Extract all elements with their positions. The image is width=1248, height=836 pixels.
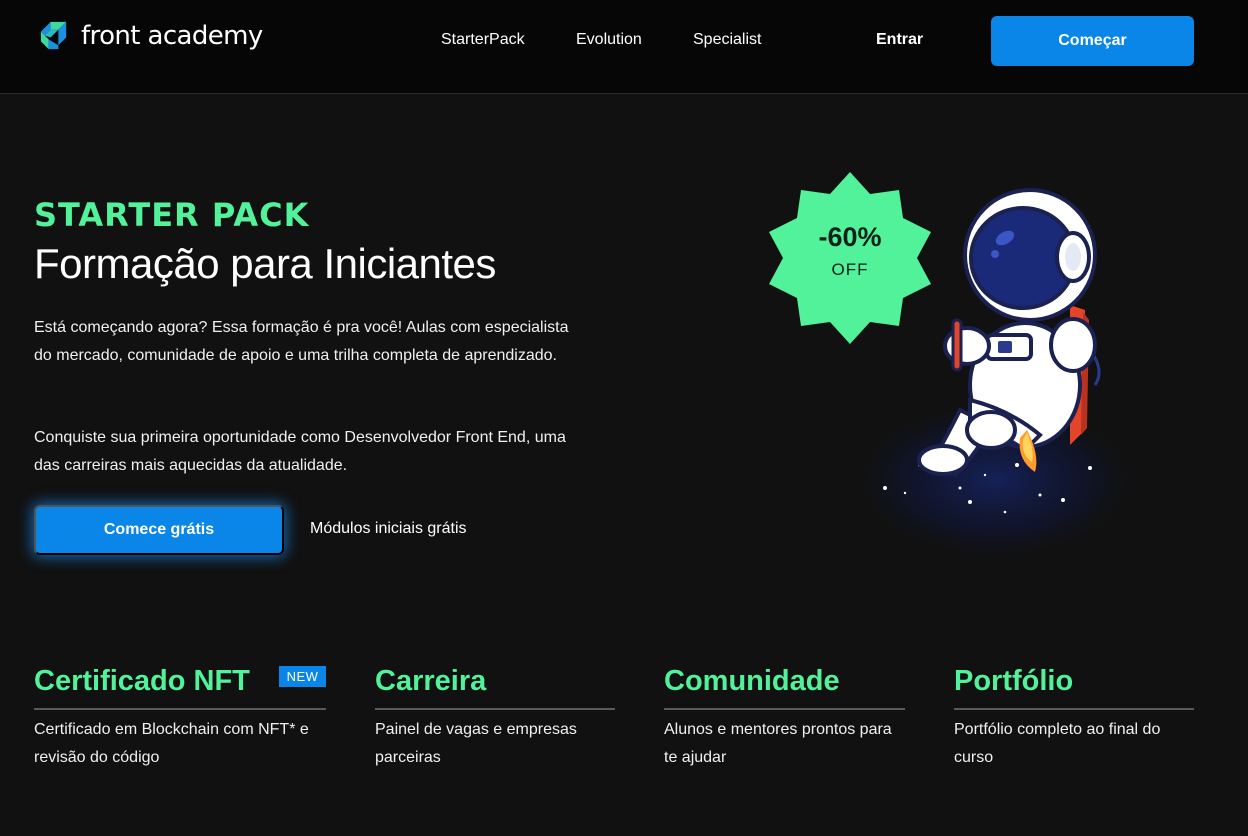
start-free-button[interactable]: Comece grátis (34, 505, 284, 555)
hero-description-secondary: Conquiste sua primeira oportunidade como… (34, 429, 566, 474)
hero-kicker: STARTER PACK (34, 196, 310, 234)
feature-community: Comunidade Alunos e mentores prontos par… (664, 665, 905, 766)
feature-career: Carreira Painel de vagas e empresas parc… (375, 665, 615, 766)
free-modules-link[interactable]: Módulos iniciais grátis (310, 520, 467, 538)
feature-divider (375, 708, 615, 710)
feature-title: Comunidade (664, 665, 840, 697)
feature-title: Carreira (375, 665, 487, 697)
login-link[interactable]: Entrar (876, 31, 923, 49)
feature-portfolio: Portfólio Portfólio completo ao final do… (954, 665, 1194, 766)
discount-label: OFF (831, 260, 869, 279)
feature-divider (664, 708, 905, 710)
logo[interactable]: front academy (37, 18, 263, 53)
hero-description: Está começando agora? Essa formação é pr… (34, 319, 569, 364)
nav-item-starterpack[interactable]: StarterPack (441, 31, 525, 49)
new-badge: NEW (279, 666, 326, 687)
feature-divider (34, 708, 326, 710)
feature-title: Portfólio (954, 665, 1074, 697)
feature-divider (954, 708, 1194, 710)
site-header: front academy StarterPack Evolution Spec… (0, 0, 1248, 94)
astronaut-illustration (769, 172, 1145, 560)
start-button[interactable]: Começar (991, 16, 1194, 66)
feature-description: Portfólio completo ao final do curso (954, 721, 1161, 766)
nav-item-evolution[interactable]: Evolution (576, 31, 642, 49)
feature-description: Alunos e mentores prontos para te ajudar (664, 721, 892, 766)
nav-item-specialist[interactable]: Specialist (693, 31, 761, 49)
logo-icon (40, 21, 67, 50)
brand-name: front academy (81, 20, 263, 51)
discount-starburst-icon (769, 172, 931, 344)
hero-title: Formação para Iniciantes (34, 240, 496, 287)
feature-description: Painel de vagas e empresas parceiras (375, 721, 577, 766)
feature-nft: Certificado NFT NEW Certificado em Block… (34, 665, 326, 766)
discount-value: -60% (818, 222, 882, 252)
feature-description: Certificado em Blockchain com NFT* e rev… (34, 721, 309, 766)
